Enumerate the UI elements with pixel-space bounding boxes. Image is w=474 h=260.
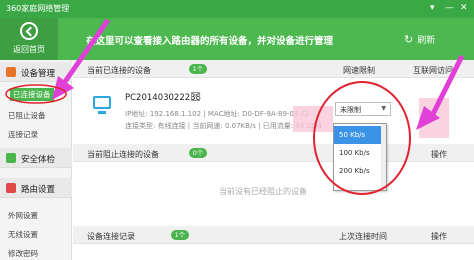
arrow-line-left <box>59 18 111 88</box>
app-window: 360家庭网络管理 ▾ — ✕ 返回首页 在这里可以查看接入路由器的所有设备，并… <box>0 0 474 260</box>
annotation-layer <box>5 18 465 195</box>
arrow-line-right <box>427 54 465 122</box>
arrow-head-left <box>52 76 74 100</box>
red-circle-annotation <box>313 81 411 195</box>
